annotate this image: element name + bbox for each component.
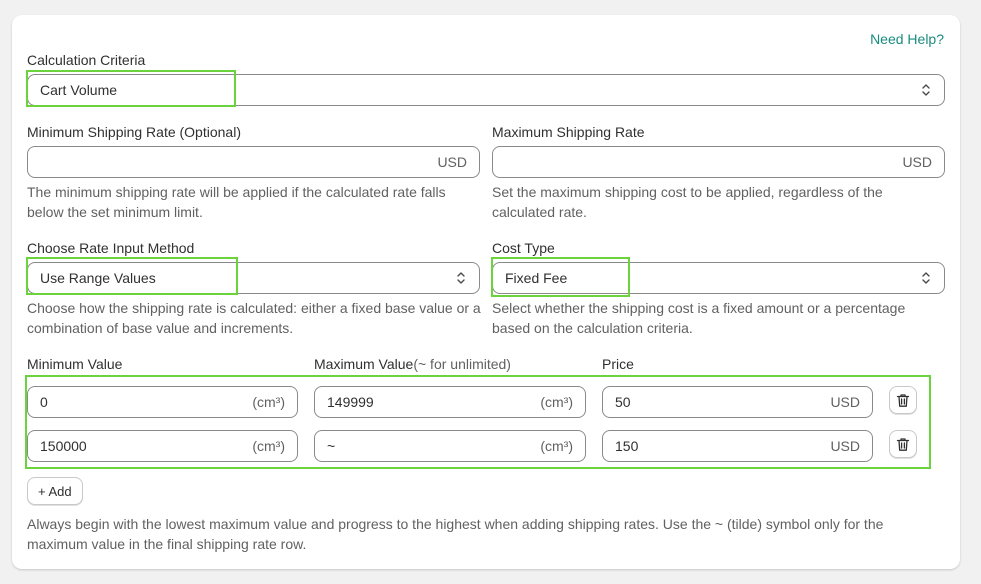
row-2-max-value: ~ [327,438,336,454]
need-help-link[interactable]: Need Help? [870,31,944,47]
row-2-price-input[interactable]: 150 USD [602,430,873,462]
row-1-price-suffix: USD [830,394,860,410]
min-shipping-rate-suffix: USD [437,154,467,170]
row-1-min-value: 0 [40,394,48,410]
trash-icon [896,393,910,407]
row-1-min-input[interactable]: 0 (cm³) [27,386,298,418]
cost-type-select[interactable]: Fixed Fee [492,262,945,294]
price-header: Price [602,356,634,372]
add-range-button[interactable]: + Add [27,477,83,505]
cost-type-label: Cost Type [492,240,555,256]
row-2-max-input[interactable]: ~ (cm³) [314,430,586,462]
row-1-max-input[interactable]: 149999 (cm³) [314,386,586,418]
row-2-min-unit: (cm³) [252,438,285,454]
row-2-min-value: 150000 [40,438,87,454]
min-shipping-rate-label: Minimum Shipping Rate (Optional) [27,124,241,140]
min-value-header: Minimum Value [27,356,123,372]
min-shipping-rate-input[interactable]: USD [27,146,480,178]
max-value-header-text: Maximum Value [314,356,414,372]
min-shipping-rate-help: The minimum shipping rate will be applie… [27,184,446,220]
range-instructions-note: Always begin with the lowest maximum val… [27,516,884,552]
cost-type-help: Select whether the shipping cost is a fi… [492,300,906,336]
max-shipping-rate-label: Maximum Shipping Rate [492,124,645,140]
max-shipping-rate-suffix: USD [902,154,932,170]
chevron-up-down-icon [920,82,932,98]
max-shipping-rate-input[interactable]: USD [492,146,945,178]
chevron-up-down-icon [920,270,932,286]
cost-type-value: Fixed Fee [505,270,568,286]
calculation-criteria-value: Cart Volume [40,82,118,98]
max-shipping-rate-help: Set the maximum shipping cost to be appl… [492,184,883,220]
row-1-max-value: 149999 [327,394,374,410]
chevron-up-down-icon [455,270,467,286]
row-2-max-unit: (cm³) [540,438,573,454]
row-2-min-input[interactable]: 150000 (cm³) [27,430,298,462]
calculation-criteria-label: Calculation Criteria [27,52,146,68]
row-1-price-value: 50 [615,394,631,410]
max-value-header-note: (~ for unlimited) [413,356,511,372]
row-1-max-unit: (cm³) [540,394,573,410]
rate-input-method-value: Use Range Values [40,270,156,286]
row-1-price-input[interactable]: 50 USD [602,386,873,418]
rate-input-method-label: Choose Rate Input Method [27,240,195,256]
row-1-delete-button[interactable] [889,386,917,414]
max-value-header: Maximum Value(~ for unlimited) [314,356,511,372]
row-1-min-unit: (cm³) [252,394,285,410]
shipping-rate-card: Need Help? Calculation Criteria Cart Vol… [12,15,960,569]
row-2-delete-button[interactable] [889,430,917,458]
rate-input-method-select[interactable]: Use Range Values [27,262,480,294]
calculation-criteria-select[interactable]: Cart Volume [27,74,945,106]
rate-input-method-help: Choose how the shipping rate is calculat… [27,300,481,336]
row-2-price-value: 150 [615,438,639,454]
trash-icon [896,437,910,451]
row-2-price-suffix: USD [830,438,860,454]
